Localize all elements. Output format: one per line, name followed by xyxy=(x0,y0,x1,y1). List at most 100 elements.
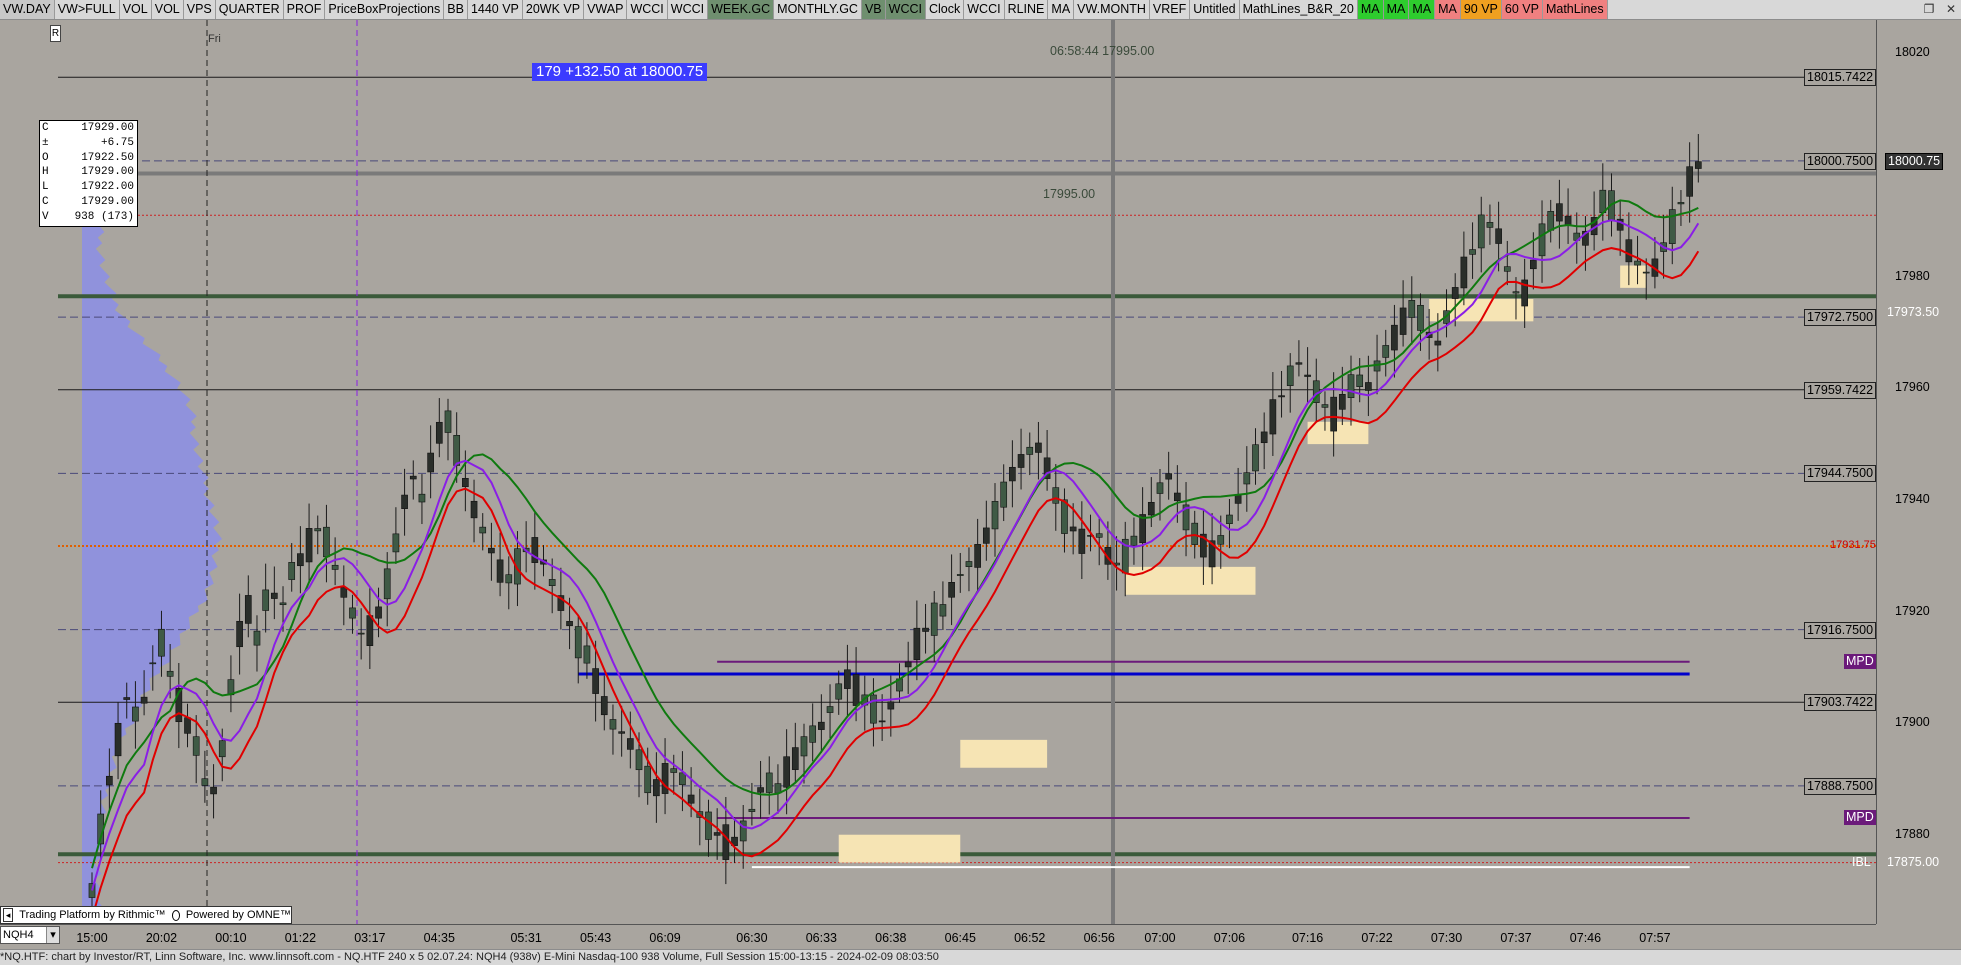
candle-body xyxy=(297,553,304,567)
toolbar-button-vw-month[interactable]: VW.MONTH xyxy=(1074,0,1150,19)
candle-body xyxy=(1061,499,1068,534)
toolbar-button-vol[interactable]: VOL xyxy=(119,0,152,19)
price-level-label: 17931.75 xyxy=(1830,538,1876,551)
close-icon[interactable]: ✕ xyxy=(1943,1,1959,17)
ohlc-key: V xyxy=(42,210,49,223)
toolbar-button-prof[interactable]: PROF xyxy=(283,0,326,19)
toolbar-button-vw-full[interactable]: VW>FULL xyxy=(54,0,120,19)
toolbar-button-clock[interactable]: Clock xyxy=(925,0,965,19)
toolbar-button-ma[interactable]: MA xyxy=(1357,0,1384,19)
candle-body xyxy=(1260,431,1268,444)
ohlc-row: V 938 (173) xyxy=(40,210,137,225)
toolbar-button-1440-vp[interactable]: 1440 VP xyxy=(467,0,523,19)
candle-body xyxy=(262,589,269,611)
toolbar-button-ma[interactable]: MA xyxy=(1409,0,1436,19)
toolbar-button-ma[interactable]: MA xyxy=(1048,0,1075,19)
candle-body xyxy=(913,627,921,660)
toolbar-button-ma[interactable]: MA xyxy=(1383,0,1410,19)
toolbar-button-20wk-vp[interactable]: 20WK VP xyxy=(522,0,585,19)
toolbar-button-vol[interactable]: VOL xyxy=(151,0,184,19)
symbol-value: NQH4 xyxy=(3,929,34,941)
ohlc-key: ± xyxy=(42,136,49,149)
candle-body xyxy=(366,615,374,646)
candle-body xyxy=(1460,256,1468,289)
toolbar-button-bb[interactable]: BB xyxy=(444,0,468,19)
toolbar-button-vw-day[interactable]: VW.DAY xyxy=(0,0,55,19)
toolbar-button-quarter[interactable]: QUARTER xyxy=(215,0,284,19)
toolbar-button-60-vp[interactable]: 60 VP xyxy=(1501,0,1543,19)
candle-body xyxy=(1634,260,1641,266)
toolbar-button-mathlines-b-r-20[interactable]: MathLines_B&R_20 xyxy=(1239,0,1358,19)
ohlc-key: O xyxy=(42,151,49,164)
move-banner: 179 +132.50 at 18000.75 xyxy=(532,63,708,81)
r-marker[interactable]: R xyxy=(50,25,61,42)
value-box xyxy=(1620,265,1647,288)
toolbar-button-90-vp[interactable]: 90 VP xyxy=(1460,0,1502,19)
candle-body xyxy=(1512,291,1520,294)
candle-body xyxy=(609,719,617,730)
candle-body xyxy=(1495,228,1502,244)
toolbar-button-vref[interactable]: VREF xyxy=(1149,0,1191,19)
ohlc-readout: C 17929.00 ± +6.75 O 17922.50 H 17929.00 L 17922.… xyxy=(39,120,138,227)
price-tick-label: 17920 xyxy=(1895,603,1930,618)
price-level-label: 18015.7422 xyxy=(1804,69,1877,87)
candle-body xyxy=(930,602,938,636)
window-controls: ❐ ✕ xyxy=(1921,0,1959,18)
candle-body xyxy=(600,696,608,716)
candle-body xyxy=(331,564,339,570)
candle-body xyxy=(288,562,296,580)
candle-body xyxy=(1243,472,1251,485)
ohlc-key: C xyxy=(42,195,49,208)
toolbar-button-mathlines[interactable]: MathLines xyxy=(1542,0,1608,19)
chevron-down-icon[interactable]: ▾ xyxy=(46,927,59,943)
omne-label: Powered by OMNE™ xyxy=(185,909,291,921)
candle-body xyxy=(323,526,330,558)
restore-icon[interactable]: ❐ xyxy=(1921,1,1937,17)
volume-profile xyxy=(82,176,223,913)
candle-body xyxy=(1321,404,1329,408)
candle-body xyxy=(679,772,686,786)
toolbar-button-rline[interactable]: RLINE xyxy=(1004,0,1049,19)
candle-body xyxy=(201,778,209,786)
candle-body xyxy=(401,494,408,509)
toolbar-button-wcci[interactable]: WCCI xyxy=(627,0,668,19)
toolbar-button-priceboxprojections[interactable]: PriceBoxProjections xyxy=(325,0,445,19)
candle-body xyxy=(149,662,157,665)
toolbar-button-vb[interactable]: VB xyxy=(861,0,886,19)
candle-body xyxy=(218,740,226,758)
time-tick-label: 05:31 xyxy=(510,931,542,945)
powered-by-bar: ◂ Trading Platform by Rithmic™ Powered b… xyxy=(0,906,292,924)
time-axis[interactable]: 15:00 20:02 00:10 01:22 03:17 04:35 05:31 05:43… xyxy=(0,924,1876,951)
candle-body xyxy=(939,604,947,617)
toolbar-button-wcci[interactable]: WCCI xyxy=(667,0,709,19)
toolbar-button-week-gc[interactable]: WEEK.GC xyxy=(708,0,775,19)
candle-body xyxy=(1278,395,1285,398)
price-chart[interactable] xyxy=(0,20,1876,924)
time-tick-label: 07:16 xyxy=(1291,931,1324,945)
time-tick-label: 00:10 xyxy=(215,931,247,945)
toolbar-button-untitled[interactable]: Untitled xyxy=(1190,0,1240,19)
price-tick-label: 17980 xyxy=(1895,268,1930,283)
price-level-label: 17972.7500 xyxy=(1804,309,1877,327)
toolbar-button-ma[interactable]: MA xyxy=(1435,0,1461,19)
candle-body xyxy=(1530,259,1537,270)
candle-body xyxy=(870,694,877,724)
time-tick-label: 05:43 xyxy=(579,931,612,945)
candle-body xyxy=(392,533,400,553)
candle-body xyxy=(1486,222,1494,228)
time-tick-label: 07:57 xyxy=(1639,931,1671,945)
value-box xyxy=(1125,566,1256,595)
toolbar-button-wcci[interactable]: WCCI xyxy=(885,0,926,19)
platform-icon[interactable]: ◂ xyxy=(3,908,14,922)
toolbar-button-wcci[interactable]: WCCI xyxy=(964,0,1005,19)
toolbar-button-vps[interactable]: VPS xyxy=(183,0,216,19)
platform-label: Trading Platform by Rithmic™ xyxy=(19,909,166,921)
candle-body xyxy=(687,794,695,804)
symbol-selector[interactable]: NQH4 ▾ xyxy=(0,926,60,944)
ohlc-key: C xyxy=(42,122,49,134)
toolbar-button-vwap[interactable]: VWAP xyxy=(584,0,628,19)
candle-body xyxy=(1686,166,1693,197)
time-tick-label: 07:06 xyxy=(1213,931,1246,945)
candle-body xyxy=(974,544,981,568)
toolbar-button-monthly-gc[interactable]: MONTHLY.GC xyxy=(774,0,862,19)
